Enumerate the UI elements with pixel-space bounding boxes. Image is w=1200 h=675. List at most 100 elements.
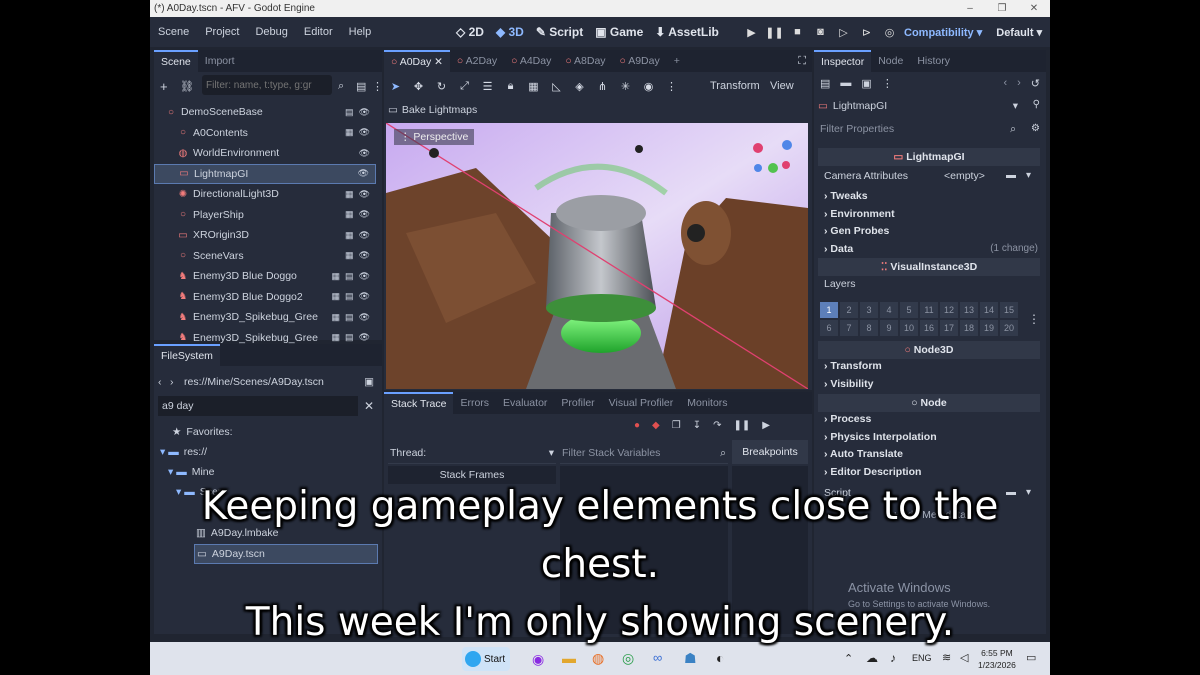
history-icon[interactable]: ↺ — [1031, 77, 1040, 90]
firefox-icon[interactable]: ◍ — [592, 650, 604, 667]
notification-icon[interactable]: ▭ — [1026, 651, 1036, 664]
visibility-icon[interactable]: 👁︎ — [359, 209, 370, 220]
layer-cell[interactable]: 12 — [940, 302, 958, 318]
view-menu[interactable]: View — [770, 80, 794, 92]
visibility-icon[interactable]: 👁︎ — [359, 189, 370, 200]
workspace-game[interactable]: ▣ Game — [589, 25, 649, 39]
prop-gen-probes[interactable]: › Gen Probes — [824, 225, 889, 237]
tab-import[interactable]: Import — [198, 50, 242, 72]
bake-lightmaps-button[interactable]: ▭ Bake Lightmaps — [388, 100, 477, 120]
back-icon[interactable]: ‹ — [1003, 77, 1007, 90]
scene-instance-icon[interactable]: ▦ — [332, 291, 341, 302]
clear-search-icon[interactable]: ✕ — [364, 399, 374, 413]
lock-icon[interactable]: 🔒︎ — [499, 80, 522, 93]
godot-icon[interactable]: ☗ — [684, 650, 697, 667]
folder-icon[interactable]: ▬ — [1006, 170, 1016, 181]
wifi-icon[interactable]: ≋ — [942, 651, 951, 664]
visibility-icon[interactable]: 👁︎ — [359, 250, 370, 261]
scene-node[interactable]: ○ SceneVars ▦ 👁︎ — [154, 246, 376, 266]
visibility-icon[interactable]: 👁︎ — [359, 230, 370, 241]
prop-visibility[interactable]: › Visibility — [824, 378, 873, 390]
more-icon[interactable]: ⋮ — [660, 80, 683, 93]
thread-select[interactable]: Thread: ▾ — [388, 444, 556, 464]
menu-editor[interactable]: Editor — [296, 26, 341, 38]
script-icon[interactable]: ▤ — [345, 332, 354, 343]
layer-cell[interactable]: 5 — [900, 302, 918, 318]
layer-cell[interactable]: 15 — [1000, 302, 1018, 318]
script-icon[interactable]: ▤ — [345, 312, 354, 323]
minimize-button[interactable]: – — [954, 3, 986, 14]
menu-debug[interactable]: Debug — [247, 26, 295, 38]
scale-tool-icon[interactable]: ⤢ — [453, 80, 476, 93]
res-root-item[interactable]: ▾ ▬ res:// — [160, 442, 207, 462]
scene-instance-icon[interactable]: ▦ — [345, 250, 354, 261]
scene-instance-icon[interactable]: ▦ — [345, 209, 354, 220]
break-icon[interactable]: ❚❚ — [734, 420, 751, 431]
layer-cell[interactable]: 9 — [880, 320, 898, 336]
tab-evaluator[interactable]: Evaluator — [496, 392, 554, 414]
scene-instance-icon[interactable]: ▦ — [345, 230, 354, 241]
play-icon[interactable]: ▶ — [740, 26, 763, 39]
prop-tweaks[interactable]: › Tweaks — [824, 190, 868, 202]
meta-icon[interactable]: ∞ — [653, 650, 662, 665]
volume-icon[interactable]: ◁ — [960, 651, 968, 664]
scene-tab-a9day[interactable]: ○ A9Day — [613, 50, 667, 72]
scene-instance-icon[interactable]: ▦ — [345, 127, 354, 138]
visibility-icon[interactable]: 👁︎ — [359, 332, 370, 343]
remote-debug-icon[interactable]: ◙ — [809, 26, 832, 38]
filesystem-path[interactable]: res://Mine/Scenes/A9Day.tscn — [184, 376, 324, 388]
close-button[interactable]: ✕ — [1018, 3, 1050, 14]
local-space-icon[interactable]: ◈ — [568, 80, 591, 93]
obs-icon[interactable]: ◐ — [716, 650, 724, 666]
layer-cell[interactable]: 14 — [980, 302, 998, 318]
layer-cell[interactable]: 4 — [880, 302, 898, 318]
scene-instance-icon[interactable]: ▦ — [332, 312, 341, 323]
layer-cell[interactable]: 7 — [840, 320, 858, 336]
add-tab-button[interactable]: + — [667, 50, 687, 72]
doc-icon[interactable]: ⚲ — [1033, 99, 1040, 110]
menu-help[interactable]: Help — [341, 26, 380, 38]
cloud-icon[interactable]: ☁ — [866, 651, 878, 665]
play-scene-icon[interactable]: ▷ — [832, 26, 855, 39]
layer-cell[interactable]: 8 — [860, 320, 878, 336]
tab-history[interactable]: History — [910, 50, 957, 72]
add-node-icon[interactable]: + — [160, 79, 168, 94]
script-icon[interactable]: ▤ — [345, 107, 354, 118]
search-icon[interactable]: ⌕ — [338, 80, 344, 93]
mic-icon[interactable]: ♪ — [890, 651, 896, 665]
language-indicator[interactable]: ENG — [912, 653, 932, 663]
sun-icon[interactable]: ✳ — [614, 80, 637, 93]
step-into-icon[interactable]: ↧ — [693, 420, 701, 431]
camera-attributes-value[interactable]: <empty> — [944, 170, 985, 182]
menu-icon[interactable]: ⋮ — [882, 77, 893, 90]
select-tool-icon[interactable]: ➤ — [384, 80, 407, 93]
step-over-icon[interactable]: ↷ — [713, 420, 721, 431]
record-icon[interactable]: ● — [634, 420, 640, 431]
split-view-icon[interactable]: ▣ — [364, 376, 374, 388]
stop-icon[interactable]: ■ — [786, 26, 809, 38]
scene-node[interactable]: ◍ WorldEnvironment 👁︎ — [154, 143, 376, 163]
chrome-icon[interactable]: ◎ — [622, 650, 634, 667]
visibility-icon[interactable]: 👁︎ — [359, 127, 370, 138]
visibility-icon[interactable]: 👁︎ — [359, 107, 370, 118]
layer-cell[interactable]: 1 — [820, 302, 838, 318]
layer-cell[interactable]: 11 — [920, 302, 938, 318]
scene-tab-a2day[interactable]: ○ A2Day — [450, 50, 504, 72]
play-custom-icon[interactable]: ⊳ — [855, 26, 878, 39]
list-tool-icon[interactable]: ☰ — [476, 80, 499, 93]
layer-cell[interactable]: 19 — [980, 320, 998, 336]
layer-cell[interactable]: 20 — [1000, 320, 1018, 336]
scene-node[interactable]: ✺ DirectionalLight3D ▦ 👁︎ — [154, 184, 376, 204]
skip-breakpoints-icon[interactable]: ◆ — [652, 420, 660, 431]
visibility-icon[interactable]: 👁︎ — [359, 271, 370, 282]
menu-scene[interactable]: Scene — [150, 26, 197, 38]
scene-node[interactable]: ○ A0Contents ▦ 👁︎ — [154, 123, 376, 143]
forward-icon[interactable]: › — [1017, 77, 1021, 90]
new-resource-icon[interactable]: ▤ — [820, 77, 830, 90]
prop-process[interactable]: › Process — [824, 413, 871, 425]
tab-scene[interactable]: Scene — [154, 50, 198, 72]
script-icon[interactable]: ▤ — [345, 291, 354, 302]
layout-dropdown[interactable]: Default ▾ — [996, 26, 1042, 39]
prop-transform[interactable]: › Transform — [824, 360, 882, 372]
snap-icon[interactable]: ⋔ — [591, 80, 614, 93]
